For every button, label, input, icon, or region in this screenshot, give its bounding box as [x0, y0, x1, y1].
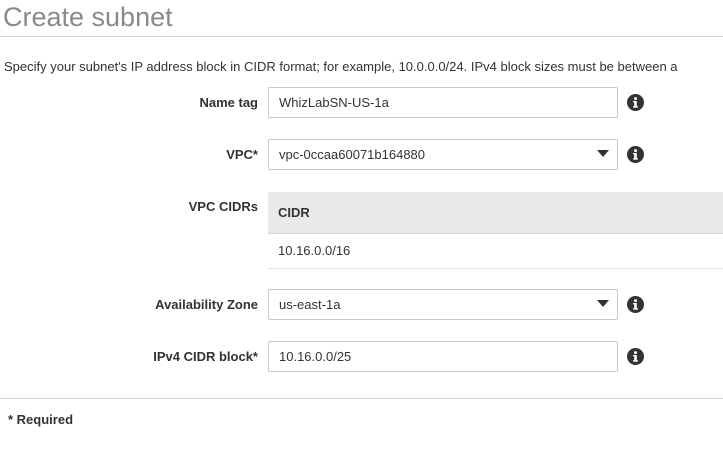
availability-zone-label: Availability Zone	[155, 297, 258, 312]
cidr-column-header: CIDR	[278, 205, 310, 220]
cidr-cell: 10.16.0.0/16	[278, 243, 351, 258]
table-header: CIDR	[268, 192, 723, 234]
info-icon[interactable]	[627, 146, 644, 163]
table-row: 10.16.0.0/16	[268, 234, 723, 269]
ipv4-cidr-block-label: IPv4 CIDR block*	[153, 349, 258, 364]
caret-down-icon	[597, 150, 609, 157]
page-description: Specify your subnet's IP address block i…	[4, 59, 678, 74]
name-tag-input[interactable]	[268, 87, 618, 118]
availability-zone-selected-value: us-east-1a	[279, 297, 341, 312]
create-subnet-page: Create subnet Specify your subnet's IP a…	[0, 0, 723, 464]
vpc-label: VPC*	[226, 147, 258, 162]
info-icon[interactable]	[627, 348, 644, 365]
ipv4-cidr-block-input[interactable]	[268, 341, 618, 372]
footer-divider	[0, 398, 723, 399]
vpc-selected-value: vpc-0ccaa60071b164880	[279, 147, 426, 162]
required-note: * Required	[8, 412, 74, 427]
availability-zone-select[interactable]: us-east-1a	[268, 289, 618, 320]
vpc-cidrs-table: CIDR 10.16.0.0/16	[268, 192, 723, 269]
info-icon[interactable]	[627, 94, 644, 111]
vpc-select[interactable]: vpc-0ccaa60071b164880	[268, 139, 618, 170]
caret-down-icon	[597, 300, 609, 307]
vpc-cidrs-label: VPC CIDRs	[188, 199, 258, 214]
name-tag-label: Name tag	[199, 95, 258, 110]
info-icon[interactable]	[627, 296, 644, 313]
title-divider	[0, 36, 723, 37]
page-title: Create subnet	[3, 2, 173, 32]
